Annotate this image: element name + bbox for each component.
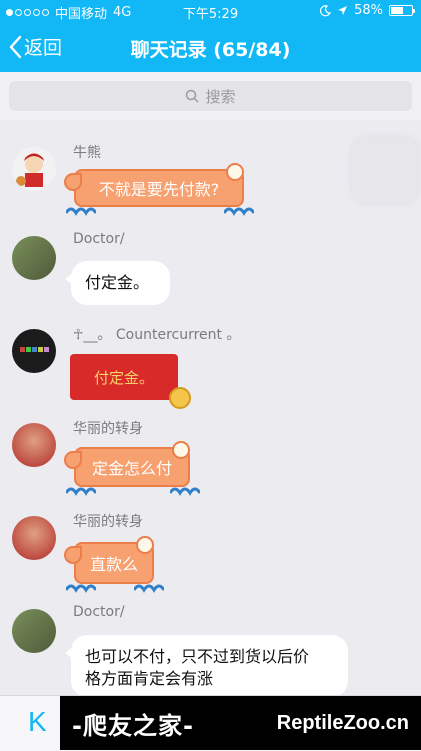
floating-button[interactable] [352, 137, 418, 203]
search-area: 搜索 [0, 72, 421, 120]
sender-name: Doctor/ [73, 604, 125, 620]
status-right: 58% [319, 3, 415, 18]
search-input[interactable]: 搜索 [9, 81, 412, 111]
page-title: 聊天记录 (65/84) [130, 39, 291, 61]
message-text: 不就是要先付款? [98, 180, 220, 199]
avatar[interactable] [12, 147, 56, 191]
message-bubble[interactable]: 付定金。 [65, 261, 170, 305]
sender-name: Doctor/ [73, 231, 125, 247]
battery-fill [391, 7, 403, 14]
moon-icon [320, 4, 332, 16]
nav-bar: 返回 聊天记录 (65/84) [0, 26, 421, 70]
sender-name: 牛熊 [73, 145, 101, 161]
message-bubble[interactable]: 直款么 [64, 536, 164, 593]
location-arrow-icon [338, 6, 348, 15]
sender-name: ☥__。 Countercurrent 。 [73, 327, 241, 343]
message-text-line: 也可以不付，只不过到货以后价 [85, 647, 310, 666]
watermark: -爬友之家- ReptileZoo.cn [60, 696, 421, 750]
battery-icon [389, 5, 415, 16]
message-text: 定金怎么付 [91, 459, 172, 478]
battery-percent: 58% [354, 3, 383, 18]
watermark-left: -爬友之家- [72, 711, 194, 740]
message-text-line: 格方面肯定会有涨 [85, 669, 214, 688]
top-bar: 中国移动 4G 下午5:29 58% 返回 聊天记录 (65/84) [0, 0, 421, 72]
watermark-right: ReptileZoo.cn [276, 711, 409, 734]
sender-name: 华丽的转身 [73, 514, 143, 530]
message-text: 直款么 [89, 555, 138, 574]
avatar[interactable] [12, 236, 56, 280]
search-placeholder: 搜索 [205, 87, 236, 106]
message-bubble[interactable]: 不就是要先付款? [64, 163, 254, 216]
avatar[interactable] [12, 609, 56, 653]
message-bubble[interactable]: 也可以不付，只不过到货以后价 格方面肯定会有涨 [65, 635, 348, 697]
message-text: 付定金。 [85, 273, 150, 292]
avatar[interactable] [12, 329, 56, 373]
red-packet-bubble[interactable]: 付定金。 [70, 354, 191, 409]
keyboard-toggle[interactable]: K [28, 706, 47, 738]
sender-name: 华丽的转身 [73, 421, 143, 437]
coin-icon [169, 387, 191, 409]
status-bar: 中国移动 4G 下午5:29 58% [0, 0, 421, 22]
message-bubble[interactable]: 定金怎么付 [64, 441, 200, 496]
avatar[interactable] [12, 516, 56, 560]
message-text: 付定金。 [93, 368, 154, 387]
search-icon [186, 89, 200, 103]
avatar[interactable] [12, 423, 56, 467]
